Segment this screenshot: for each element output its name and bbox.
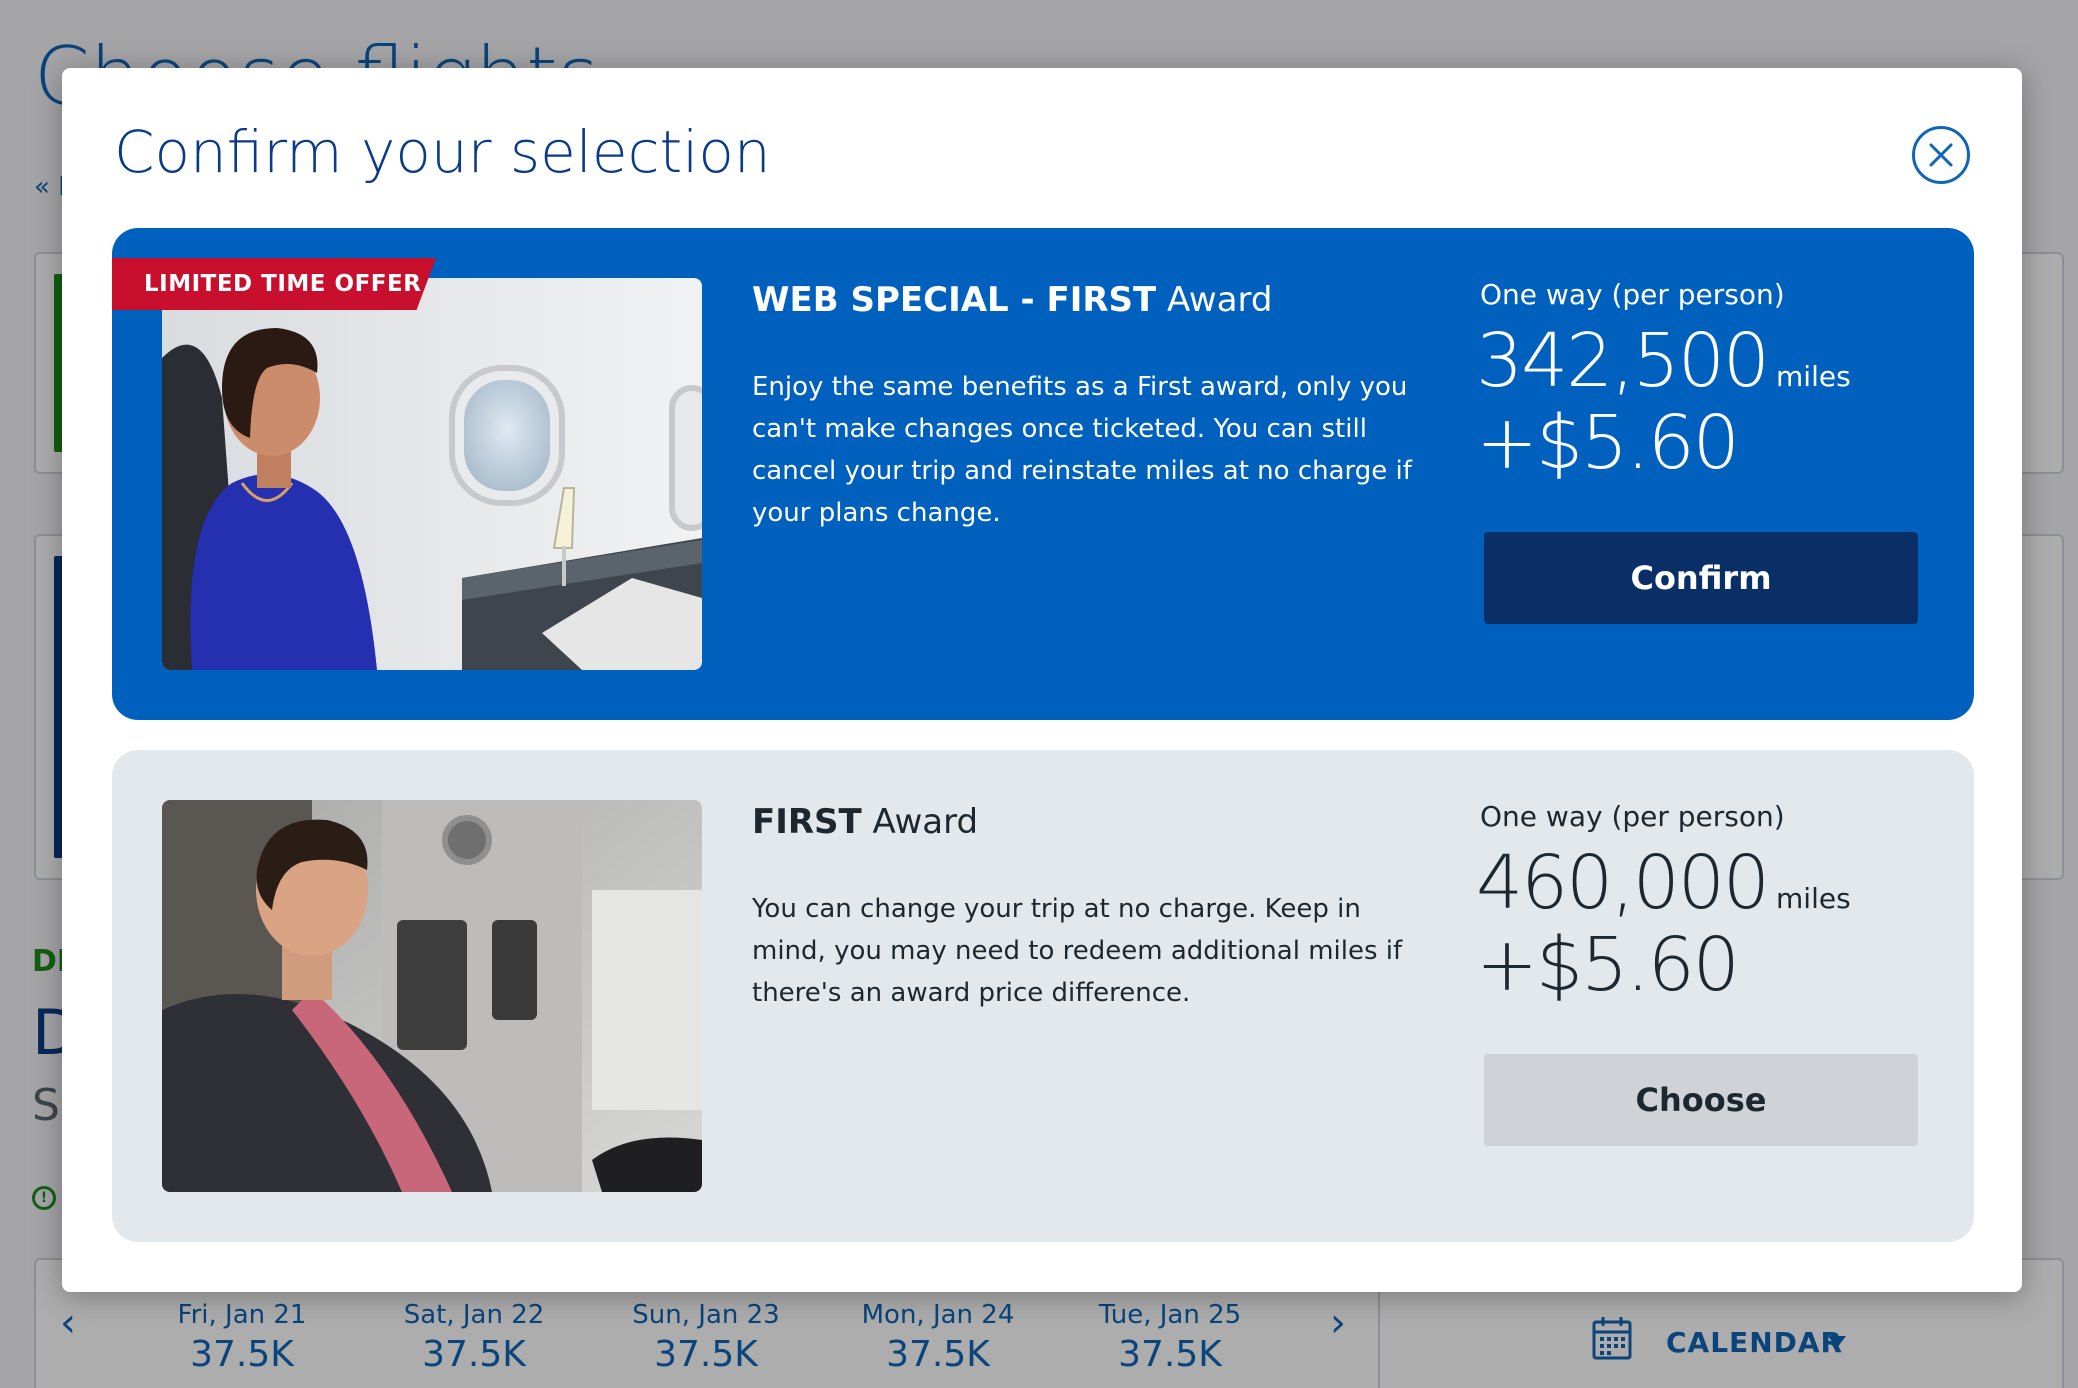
limited-time-offer-badge: LIMITED TIME OFFER (112, 258, 436, 310)
price-miles: 342,500 miles (1476, 318, 1851, 404)
fare-name-strong: FIRST (752, 802, 862, 842)
price-miles: 460,000 miles (1476, 840, 1851, 926)
fare-name-rest: Award (1156, 280, 1273, 320)
fare-name-rest: Award (861, 802, 979, 842)
fare-name-strong: WEB SPECIAL - FIRST (752, 280, 1157, 320)
price-fee: +$5.60 (1476, 922, 1740, 1008)
price-label: One way (per person) (1480, 800, 1785, 833)
first-fare-card: FIRST Award You can change your trip at … (112, 750, 1974, 1242)
price-label: One way (per person) (1480, 278, 1785, 311)
close-icon (1929, 143, 1953, 167)
fare-description: Enjoy the same benefits as a First award… (752, 372, 1412, 528)
fare-description: You can change your trip at no charge. K… (752, 894, 1403, 1008)
modal-title: Confirm your selection (114, 118, 771, 186)
web-special-fare-card: LIMITED TIME OFFER WEB SPECIAL - FIRST A… (112, 228, 1974, 720)
confirm-button[interactable]: Confirm (1484, 532, 1918, 624)
fare-name: FIRST Award (752, 802, 978, 842)
price-fee: +$5.60 (1476, 400, 1740, 486)
cabin-photo-woman (162, 278, 702, 670)
miles-unit: miles (1776, 360, 1851, 393)
choose-button[interactable]: Choose (1484, 1054, 1918, 1146)
miles-amount: 460,000 (1476, 840, 1770, 926)
confirm-selection-modal: Confirm your selection LIMITED TIME OFFE… (62, 68, 2022, 1292)
miles-unit: miles (1776, 882, 1851, 915)
cabin-photo-man (162, 800, 702, 1192)
miles-amount: 342,500 (1476, 318, 1770, 404)
fare-name: WEB SPECIAL - FIRST Award (752, 280, 1273, 320)
close-button[interactable] (1912, 126, 1970, 184)
